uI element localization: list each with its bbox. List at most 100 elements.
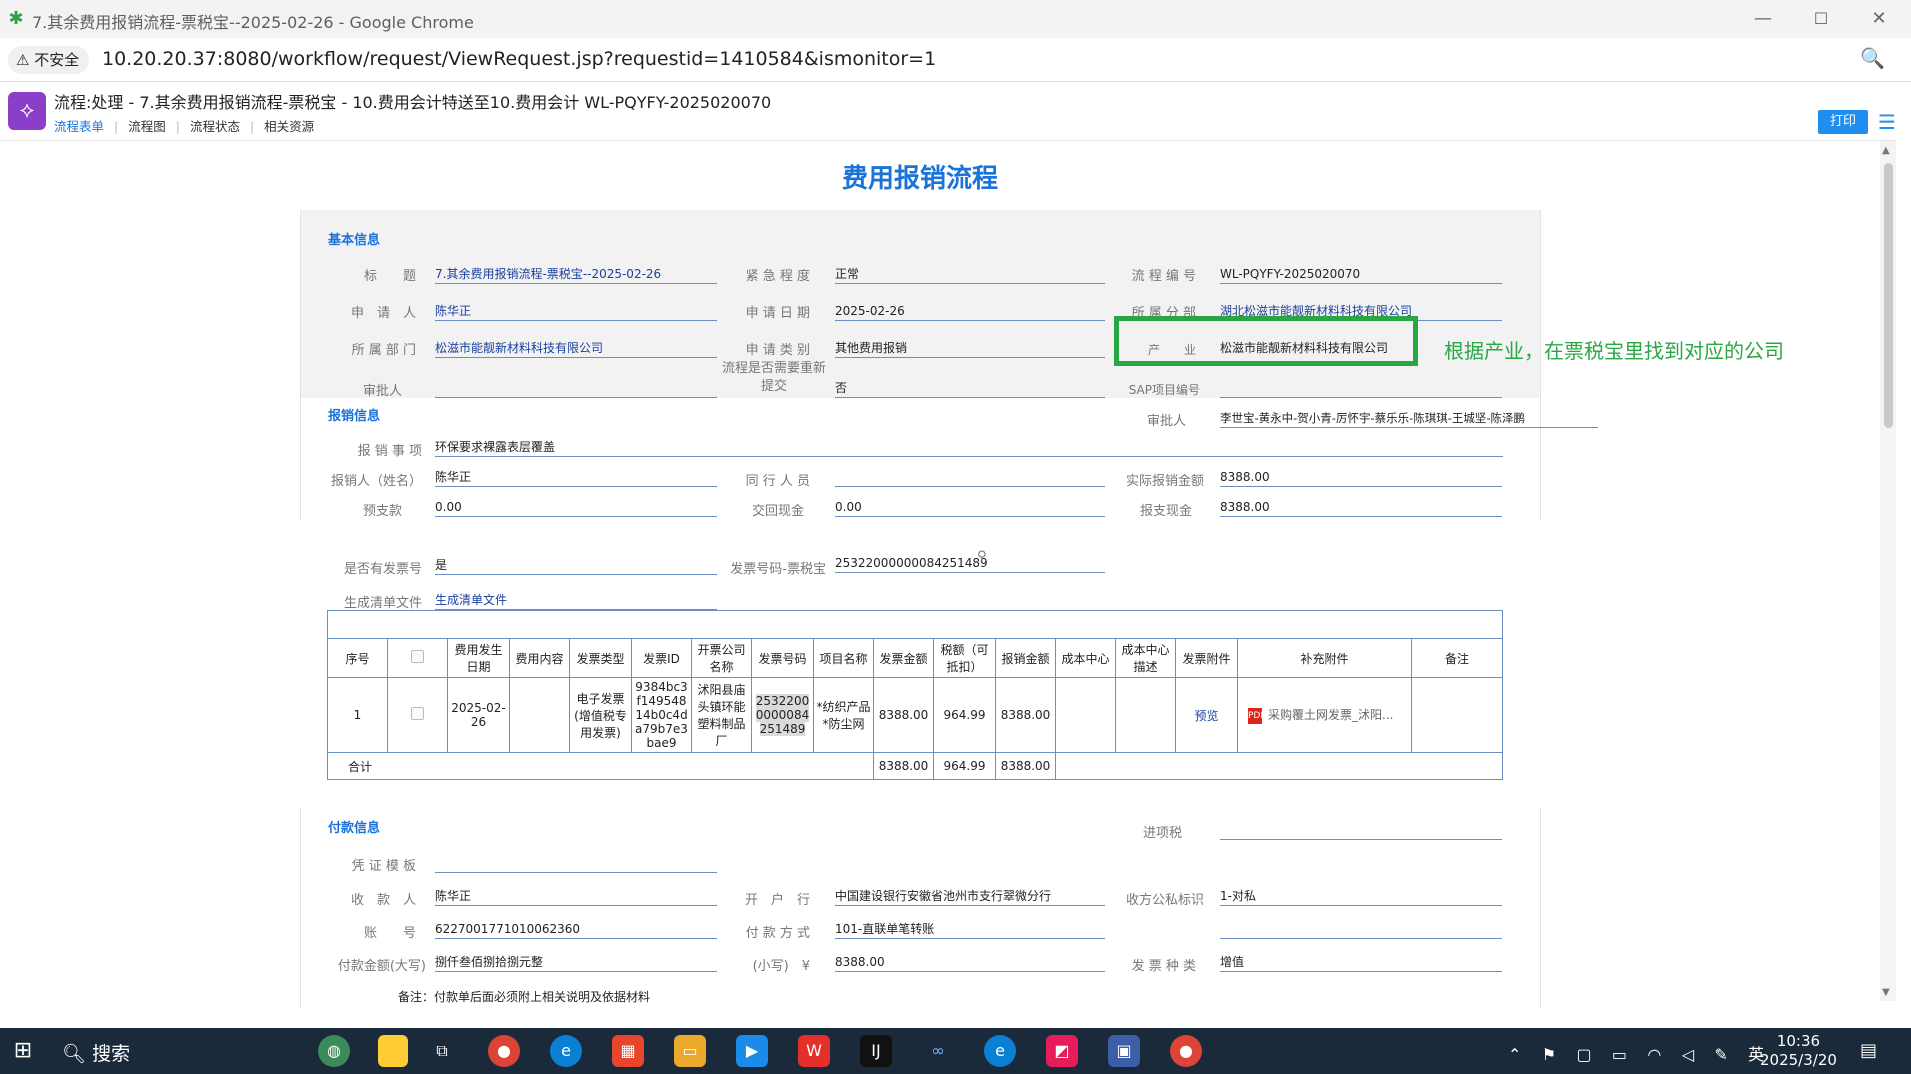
messenger-icon[interactable]: ▶ [736,1035,768,1067]
tab-resources[interactable]: 相关资源 [264,119,314,134]
search-icon[interactable]: ⚲ [977,549,987,564]
section-basic-info: 基本信息 [328,233,381,248]
feishu-icon[interactable]: ◩ [1046,1035,1078,1067]
label-approver2: 审批人 [1146,414,1186,429]
field-amount-cn[interactable]: 捌仟叁佰捌拾捌元整 [435,952,717,972]
bookmark-icon[interactable]: ⚑ [1542,1045,1556,1064]
field-sap[interactable] [1220,378,1502,398]
wps-icon[interactable]: W [798,1035,830,1067]
scroll-down-icon[interactable]: ▼ [1882,987,1890,998]
label-amount-small: (小写) ¥ [752,959,810,974]
field-person[interactable]: 陈华正 [435,467,717,487]
field-companion[interactable] [835,467,1105,487]
url-field[interactable]: 10.20.20.37:8080/workflow/request/ViewRe… [102,48,936,70]
print-button[interactable]: 打印 [1818,110,1868,134]
field-approver[interactable] [435,378,717,398]
chrome2-icon[interactable]: ● [1170,1035,1202,1067]
field-payee[interactable]: 陈华正 [435,886,717,906]
field-pay-method[interactable]: 101-直联单笔转账 [835,919,1105,939]
label-gen-list: 生成清单文件 [343,596,422,611]
jetbrains-icon[interactable]: IJ [860,1035,892,1067]
scrollbar-thumb[interactable] [1884,163,1893,428]
wifi-icon[interactable]: ◠ [1647,1045,1661,1064]
edge-icon[interactable]: e [550,1035,582,1067]
field-flow-no[interactable]: WL-PQYFY-2025020070 [1220,264,1502,284]
windows-start-icon[interactable]: ⊞ [0,1028,46,1074]
page-scrollbar[interactable]: ▲ ▼ [1880,141,1896,1001]
task-view-icon[interactable]: ⧉ [426,1035,458,1067]
minimize-button[interactable]: — [1734,0,1792,38]
window-title: 7.其余费用报销流程-票税宝--2025-02-26 - Google Chro… [32,13,474,32]
maximize-button[interactable]: ☐ [1792,0,1850,38]
field-pay-method-extra[interactable] [1220,919,1502,939]
close-button[interactable]: ✕ [1850,0,1908,38]
menu-list-icon[interactable]: ☰ [1878,110,1896,134]
label-pub-priv: 收方公私标识 [1125,893,1204,908]
cell-company: 沭阳县庙头镇环能塑料制品厂 [691,677,752,753]
taskbar-search[interactable]: 🔍︎ 搜索 [62,1039,130,1066]
scroll-up-icon[interactable]: ▲ [1882,145,1890,156]
section-expense-info: 报销信息 [328,409,381,424]
field-apply-type[interactable]: 其他费用报销 [835,338,1105,358]
workflow-tabs: 流程表单 | 流程图 | 流程状态 | 相关资源 [54,119,315,134]
edge2-icon[interactable]: e [984,1035,1016,1067]
orbit-icon[interactable]: ∞ [922,1035,954,1067]
store-icon[interactable]: ▦ [612,1035,644,1067]
tab-form[interactable]: 流程表单 [54,119,104,134]
label-dept: 所 属 部 门 [351,343,416,358]
field-approver2[interactable]: 李世宝-黄永中-贺小青-厉怀宇-蔡乐乐-陈琪琪-王城坚-陈泽鹏 [1220,408,1598,428]
field-actual[interactable]: 8388.00 [1220,467,1502,487]
field-advance[interactable]: 0.00 [435,497,717,517]
remote-desktop-icon[interactable]: ▣ [1108,1035,1140,1067]
cell-seq: 1 [327,677,388,753]
th-cost-desc: 成本中心描述 [1115,638,1176,678]
field-invoice-no[interactable]: 25322000000084251489 [835,553,1105,573]
table-row: 1 2025-02-26 电子发票(增值税专用发票) 9384bc3f14954… [327,677,1503,753]
volume-icon[interactable]: ◁ [1682,1045,1694,1064]
field-account[interactable]: 6227001771010062360 [435,919,717,939]
extra-attachment-link[interactable]: 采购覆土网发票_沭阳... [1268,708,1393,722]
field-has-invoice[interactable]: 是 [435,555,717,575]
field-voucher[interactable] [435,853,717,873]
field-amount-small[interactable]: 8388.00 [835,952,1105,972]
row-checkbox[interactable] [411,707,424,720]
field-pub-priv[interactable]: 1-对私 [1220,886,1502,906]
field-dept[interactable]: 松滋市能靓新材料科技有限公司 [435,338,717,358]
select-all-checkbox[interactable] [411,650,424,663]
field-resubmit[interactable]: 否 [835,378,1105,398]
notification-icon[interactable]: ▤ [1860,1040,1877,1061]
not-secure-badge[interactable]: ⚠ 不安全 [8,46,90,74]
field-bank[interactable]: 中国建设银行安徽省池州市支行翠微分行 [835,886,1105,906]
sticky-note-icon[interactable] [378,1035,408,1067]
tab-status[interactable]: 流程状态 [190,119,240,134]
pen-icon[interactable]: ✎ [1714,1045,1727,1064]
chrome-icon[interactable]: ● [488,1035,520,1067]
preview-link[interactable]: 预览 [1175,677,1238,753]
gen-list-link[interactable]: 生成清单文件 [435,590,717,610]
field-title[interactable]: 7.其余费用报销流程-票税宝--2025-02-26 [435,264,717,284]
field-apply-date[interactable]: 2025-02-26 [835,301,1105,321]
battery-icon[interactable]: ▭ [1612,1045,1627,1064]
label-apply-date: 申 请 日 期 [745,306,810,321]
file-explorer-icon[interactable]: ▭ [674,1035,706,1067]
field-applicant[interactable]: 陈华正 [435,301,717,321]
workflow-header: ⟡ 流程:处理 - 7.其余费用报销流程-票税宝 - 10.费用会计特送至10.… [0,83,1896,141]
chevron-up-icon[interactable]: ⌃ [1508,1045,1521,1064]
field-inv-kind[interactable]: 增值 [1220,952,1502,972]
total-reimb: 8388.00 [995,752,1056,780]
cell-cost-center [1055,677,1116,753]
label-resubmit: 流程是否需要重新提交 [721,361,826,394]
label-invoice-no: 发票号码-票税宝 [730,562,826,577]
field-item[interactable]: 环保要求裸露表层覆盖 [435,437,1503,457]
display-icon[interactable]: ▢ [1576,1045,1591,1064]
zoom-icon[interactable]: 🔍 [1860,46,1885,70]
globe-icon[interactable]: ◍ [318,1035,350,1067]
field-urgency[interactable]: 正常 [835,264,1105,284]
system-clock[interactable]: 10:36 2025/3/20 [1760,1032,1837,1070]
tab-flowchart[interactable]: 流程图 [128,119,166,134]
window-titlebar: ✱ 7.其余费用报销流程-票税宝--2025-02-26 - Google Ch… [0,0,1911,38]
total-tax: 964.99 [933,752,996,780]
field-pay-cash[interactable]: 8388.00 [1220,497,1502,517]
field-return[interactable]: 0.00 [835,497,1105,517]
field-input-tax[interactable] [1220,820,1502,840]
